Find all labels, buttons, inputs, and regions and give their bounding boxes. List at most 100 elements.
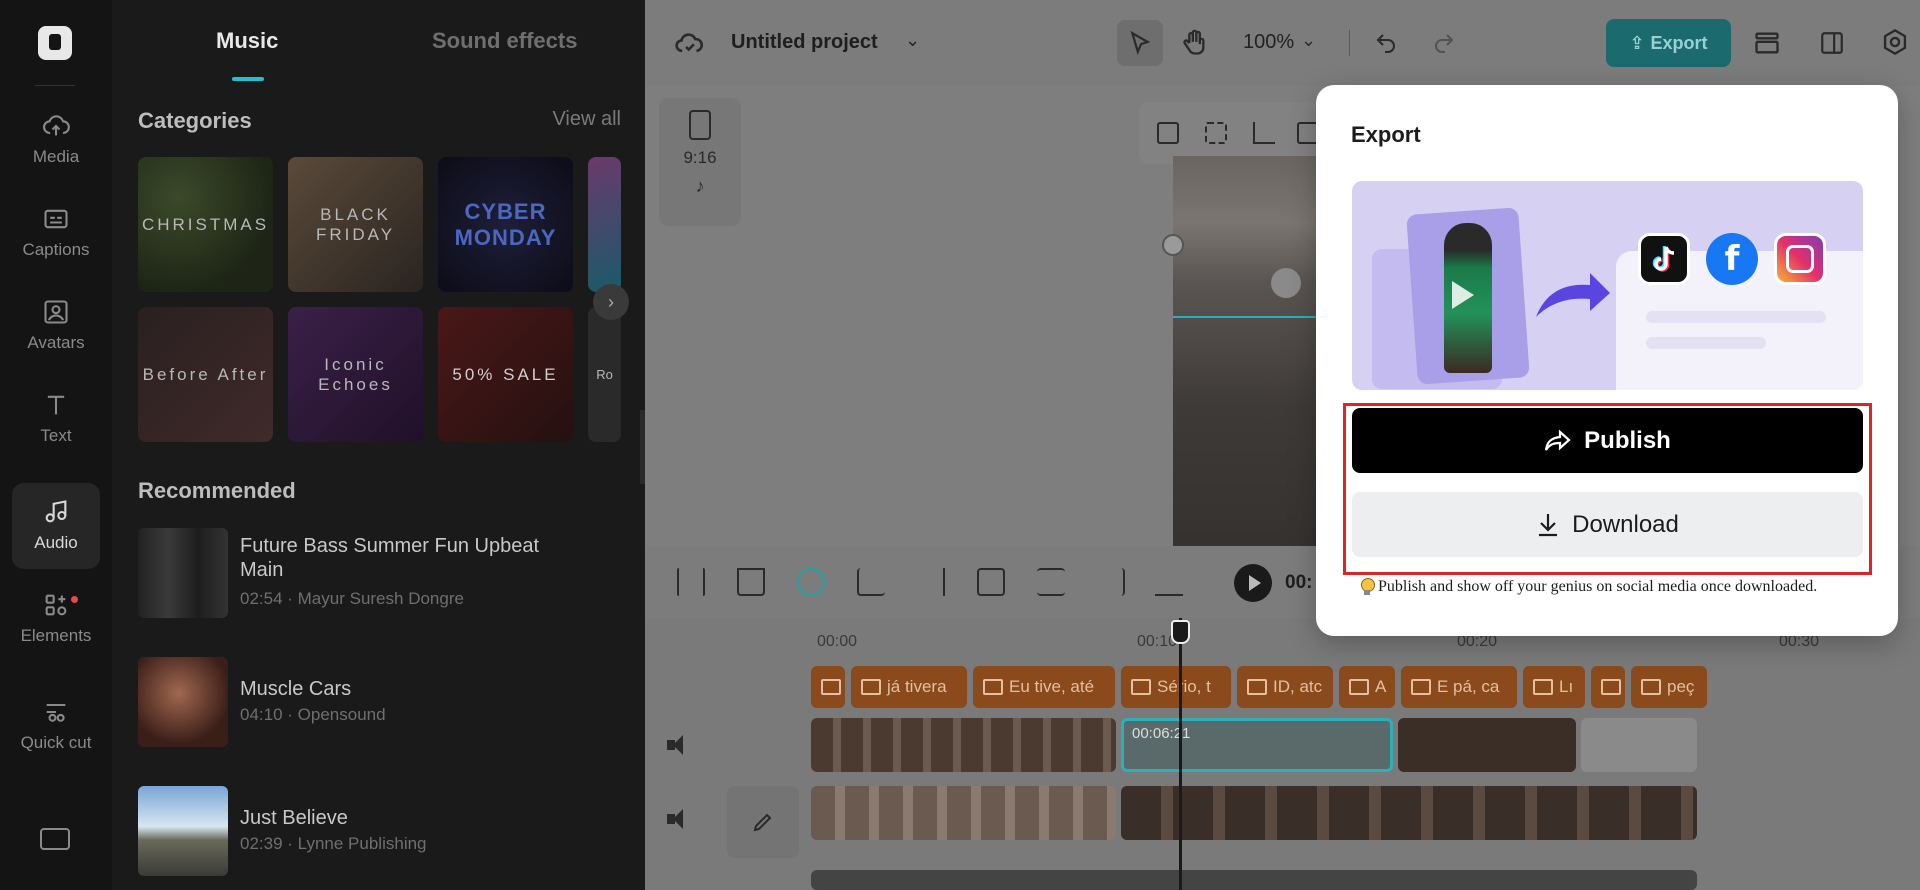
caption-clip[interactable]: Sério, t	[1121, 666, 1231, 708]
caption-clip[interactable]: peç	[1631, 666, 1707, 708]
category-card[interactable]	[588, 157, 621, 292]
caption-clip[interactable]: A	[1339, 666, 1395, 708]
panel-tabs: Music Sound effects	[112, 0, 645, 82]
video-clip[interactable]	[811, 786, 1116, 840]
video-clip[interactable]	[1121, 786, 1697, 840]
category-card[interactable]: 50% SALE	[438, 307, 573, 442]
speed-icon[interactable]	[797, 568, 825, 596]
cloud-sync-icon[interactable]	[673, 28, 707, 58]
audio-clip[interactable]	[811, 870, 1697, 890]
split-icon[interactable]	[677, 568, 705, 596]
view-all-link[interactable]: View all	[552, 108, 621, 131]
sidebar-item-label: Avatars	[27, 333, 85, 353]
crop-icon[interactable]	[1253, 122, 1275, 144]
caption-clip[interactable]: E pá, ca	[1401, 666, 1517, 708]
hand-tool-icon[interactable]	[1179, 28, 1209, 58]
sidebar-item-label: Text	[40, 426, 72, 446]
sidebar-item-audio[interactable]: Audio	[12, 483, 100, 569]
zoom-level[interactable]: 100%	[1243, 31, 1294, 54]
track-meta: 02:39 · Lynne Publishing	[240, 834, 427, 853]
video-clip[interactable]	[811, 718, 1116, 772]
app-logo-icon[interactable]	[38, 26, 72, 60]
video-clip[interactable]	[1581, 718, 1697, 772]
caption-clip[interactable]: Lı	[1523, 666, 1585, 708]
chevron-down-icon[interactable]: ⌄	[905, 30, 920, 51]
track-meta: 04:10 · Opensound	[240, 705, 386, 724]
publish-button[interactable]: Publish	[1352, 408, 1863, 473]
sidebar-item-text[interactable]: Text	[12, 376, 100, 462]
layout-split-icon[interactable]	[1817, 28, 1847, 58]
undo-icon[interactable]	[1371, 28, 1401, 58]
active-tab-indicator	[232, 77, 264, 81]
tab-music[interactable]: Music	[216, 28, 278, 54]
layers-icon[interactable]	[1751, 28, 1783, 58]
caption-clip[interactable]	[1591, 666, 1625, 708]
list-item[interactable]: Future Bass Summer Fun Upbeat Main 02:54…	[138, 528, 598, 618]
playhead[interactable]	[1179, 618, 1182, 890]
list-item[interactable]: Muscle Cars 04:10 · Opensound	[138, 657, 598, 747]
download-button[interactable]: Download	[1352, 492, 1863, 557]
rotate-handle-icon[interactable]	[1271, 268, 1301, 298]
category-card[interactable]: CYBER MONDAY	[438, 157, 573, 292]
top-bar: Untitled project ⌄ 100% ⌄ ⇪ Export	[645, 0, 1920, 86]
category-card[interactable]: Iconic Echoes	[288, 307, 423, 442]
sidebar-item-media[interactable]: Media	[12, 97, 100, 183]
speaker-icon[interactable]	[667, 808, 693, 830]
elements-icon	[45, 594, 67, 616]
category-label: CYBER MONDAY	[454, 198, 557, 250]
list-item[interactable]: Just Believe 02:39 · Lynne Publishing	[138, 786, 598, 876]
sidebar-item-avatars[interactable]: Avatars	[12, 283, 100, 369]
tiktok-icon	[1638, 233, 1690, 285]
export-button[interactable]: ⇪ Export	[1606, 19, 1731, 67]
frame-icon[interactable]	[1205, 122, 1227, 144]
timeline: 00:00 00:10 00:20 00:30 já tivera Eu tiv…	[645, 618, 1920, 890]
settings-gear-icon[interactable]	[1879, 26, 1911, 58]
track-thumbnail	[138, 657, 228, 747]
playhead-handle[interactable]	[1171, 620, 1190, 644]
caption-clip[interactable]: já tivera	[851, 666, 967, 708]
speaker-icon[interactable]	[667, 734, 693, 756]
category-label: BLACK FRIDAY	[315, 204, 396, 244]
tab-sound-effects[interactable]: Sound effects	[432, 28, 577, 54]
notification-badge	[71, 596, 78, 603]
caption-clip[interactable]: Eu tive, até	[973, 666, 1115, 708]
zoom-chevron-down-icon[interactable]: ⌄	[1301, 30, 1316, 51]
category-card[interactable]: BLACK FRIDAY	[288, 157, 423, 292]
trim-icon[interactable]	[1097, 568, 1125, 596]
video-clip-selected[interactable]: 00:06:21	[1121, 718, 1393, 772]
category-card[interactable]: Ro	[588, 307, 621, 442]
scissors-icon[interactable]	[1037, 568, 1065, 596]
caption-clip[interactable]: ID, atc	[1237, 666, 1333, 708]
categories-title: Categories	[138, 108, 252, 133]
freeze-frame-icon[interactable]	[977, 568, 1005, 596]
chevron-right-icon[interactable]: ›	[593, 284, 629, 320]
music-note-icon	[45, 500, 67, 523]
download-icon	[1539, 513, 1558, 536]
play-button[interactable]	[1234, 564, 1272, 602]
ruler-label: 00:00	[817, 633, 858, 650]
track-title: Muscle Cars	[240, 678, 352, 700]
sidebar-item-elements[interactable]: Elements	[12, 576, 100, 662]
download-extract-icon[interactable]	[1155, 568, 1183, 596]
edit-pencil-icon[interactable]	[727, 786, 799, 858]
sidebar-item-label: Elements	[20, 626, 92, 646]
video-preview[interactable]	[1173, 156, 1323, 576]
keyboard-shortcuts-icon[interactable]	[40, 828, 70, 850]
sidebar-item-quick-cut[interactable]: Quick cut	[12, 673, 100, 779]
crop-timeline-icon[interactable]	[857, 568, 885, 596]
redo-icon[interactable]	[1429, 28, 1459, 58]
lightbulb-icon	[1360, 578, 1375, 596]
tiktok-small-icon: ♪	[695, 176, 705, 196]
flip-icon[interactable]	[917, 568, 945, 596]
category-card[interactable]: Before After	[138, 307, 273, 442]
delete-trash-icon[interactable]	[737, 568, 765, 596]
sidebar-item-captions[interactable]: Captions	[12, 190, 100, 276]
share-arrow-icon	[1536, 273, 1610, 317]
resize-handle[interactable]	[1162, 234, 1184, 256]
category-card[interactable]: CHRISTMAS	[138, 157, 273, 292]
project-title[interactable]: Untitled project	[731, 31, 878, 54]
aspect-ratio-selector[interactable]: 9:16 ♪	[659, 98, 741, 226]
image-add-icon[interactable]	[1157, 122, 1179, 144]
video-clip[interactable]	[1398, 718, 1576, 772]
caption-clip[interactable]	[811, 666, 845, 708]
